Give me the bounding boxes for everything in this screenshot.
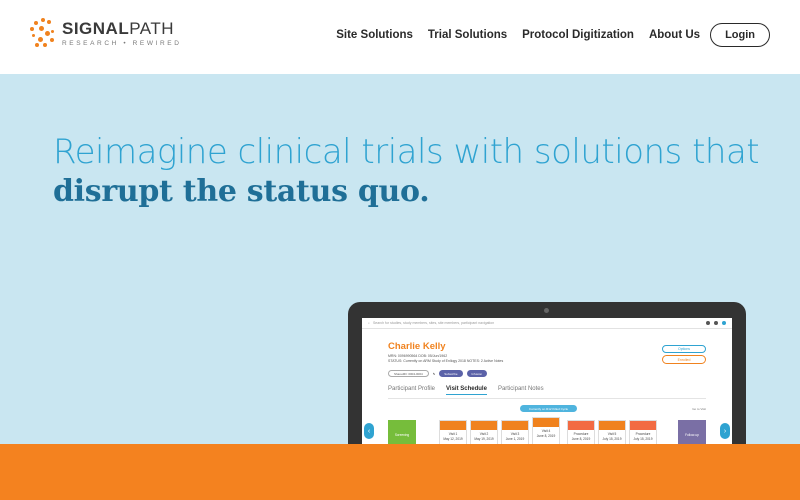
mock-options-button: Options [662,345,706,353]
mock-help-icon [706,321,710,325]
mock-visit-card: Visit 4 June 8, 2019 [532,417,560,444]
mock-visit-card: Screening [388,420,416,444]
mock-pill-row: SharedID: 0004-0004 ✎ Subscribe Infusion [388,370,491,377]
mock-meta-line2: STATUS: Currently on ARM Study of Enllog… [388,359,504,363]
mock-card-header [533,418,559,427]
logo-name-bold: SIGNAL [62,18,130,38]
mock-toolbar-icons [702,321,726,325]
mock-card-header [440,421,466,430]
mock-card-header [502,421,528,430]
mock-tab-participant-profile: Participant Profile [388,386,436,392]
mock-card-label: Screening [394,433,410,437]
laptop-mockup: ⌕ Search for studies, study members, sit… [348,302,746,444]
mock-participant-meta: MRN: 0096990564 DOB: 05/Jun/1962 STATUS:… [388,354,503,364]
mock-visit-card: Visit 5 July 15, 2019 [598,420,626,444]
mock-visit-card: Procedure June 8, 2019 [567,420,595,444]
mock-tab-divider [388,398,706,399]
mock-card-date: June 8, 2019 [571,436,591,441]
hero-section: Reimagine clinical trials with solutions… [0,74,800,444]
mock-card-date: July 15, 2019 [633,436,653,441]
mock-enrolled-badge: Enrolled [662,355,706,364]
mock-search-bar: ⌕ Search for studies, study members, sit… [362,318,732,329]
logo-wordmark: SIGNALPATH [62,18,182,38]
logo-tagline: RESEARCH • REWIRED [62,39,182,47]
mock-participant-name: Charlie Kelly [388,341,446,352]
nav-site-solutions[interactable]: Site Solutions [336,29,413,41]
mock-card-date: June 8, 2019 [536,433,556,438]
laptop-camera [544,308,549,313]
mock-card-header [599,421,625,430]
mock-visit-card: Visit 1 May 12, 2019 [439,420,467,444]
mock-card-date: May 19, 2019 [474,436,494,441]
mock-visit-cards: Screening Visit 1 May 12, 2019 Visit 2 May… [388,417,706,444]
mock-card-date: May 12, 2019 [443,436,463,441]
mock-prev-arrow-icon: ‹ [364,423,374,439]
mock-shared-id-pill: SharedID: 0004-0004 [388,370,429,377]
hero-headline-line2: disrupt the status quo. [53,174,430,209]
mock-tag-icon: ✎ [432,371,436,376]
mock-settings-icon [714,321,718,325]
mock-card-label: Follow-up [685,433,699,437]
login-button[interactable]: Login [710,23,770,47]
nav-trial-solutions[interactable]: Trial Solutions [428,29,507,41]
mock-tab-visit-schedule: Visit Schedule [446,386,487,395]
mock-card-date: July 15, 2019 [602,436,622,441]
mock-search-icon: ⌕ [368,321,370,325]
signalpath-logo[interactable]: SIGNALPATH RESEARCH • REWIRED [30,18,182,48]
mock-next-arrow-icon: › [720,423,730,439]
mock-tabs: Participant Profile Visit Schedule Parti… [388,386,555,395]
mock-visit-card: Visit 3 June 1, 2019 [501,420,529,444]
mock-view-selector: Go to Visit [692,406,706,411]
nav-protocol-digitization[interactable]: Protocol Digitization [522,29,634,41]
mock-card-header [630,421,656,430]
mock-visit-card: Visit 2 May 19, 2019 [470,420,498,444]
mock-card-header [568,421,594,430]
mock-tab-participant-notes: Participant Notes [497,386,544,392]
mock-visit-card: Procedure July 15, 2019 [629,420,657,444]
mock-subscribe-pill: Subscribe [439,370,463,377]
mock-user-icon [722,321,726,325]
site-header: SIGNALPATH RESEARCH • REWIRED Site Solut… [0,0,800,74]
main-nav: Site Solutions Trial Solutions Protocol … [321,23,770,47]
mock-infusion-pill: Infusion [466,370,488,377]
mock-status-banner: Currently on R12 Killed Cycle [520,405,577,412]
logo-dots-icon [30,18,56,48]
nav-about-us[interactable]: About Us [649,29,700,41]
mock-card-header [471,421,497,430]
orange-footer-band [0,444,800,500]
hero-headline-line1: Reimagine clinical trials with solutions… [53,132,760,172]
laptop-screen: ⌕ Search for studies, study members, sit… [362,318,732,444]
logo-name-light: PATH [129,18,175,38]
mock-card-date: June 1, 2019 [505,436,525,441]
mock-visit-card: Follow-up [678,420,706,444]
mock-search-placeholder: Search for studies, study members, sites… [372,321,495,325]
